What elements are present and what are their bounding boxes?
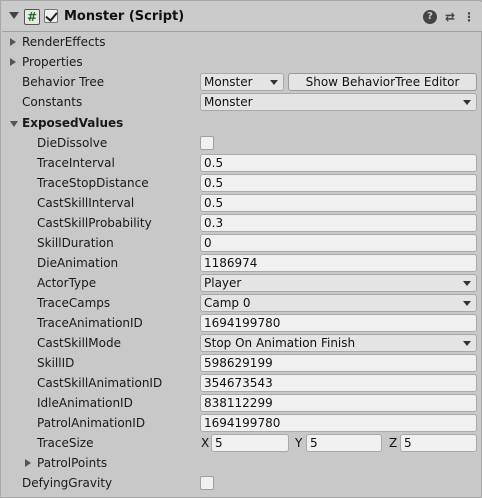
dropdown-arrow-icon (463, 281, 471, 286)
trace-camps-value: Camp 0 (204, 296, 251, 310)
script-icon: # (24, 9, 40, 25)
component-enabled-checkbox[interactable] (44, 9, 58, 23)
section-render-effects[interactable]: RenderEffects (1, 32, 482, 52)
patrol-points-label: PatrolPoints (37, 456, 108, 470)
show-behavior-tree-editor-button[interactable]: Show BehaviorTree Editor (288, 73, 477, 91)
cast-skill-animation-id-field[interactable]: 354673543 (200, 374, 477, 392)
trace-size-row: TraceSize X 5 Y 5 Z 5 (1, 433, 482, 453)
trace-size-z-label[interactable]: Z (389, 436, 397, 450)
behavior-tree-value: Monster (204, 75, 253, 89)
cast-skill-interval-field[interactable]: 0.5 (200, 194, 477, 212)
inspector-panel: # Monster (Script) ? ⇄ ⋮ RenderEffects P… (0, 0, 482, 498)
fold-arrow-icon[interactable] (9, 12, 19, 19)
trace-animation-id-field[interactable]: 1694199780 (200, 314, 477, 332)
expanded-arrow-icon[interactable] (10, 121, 18, 127)
cast-skill-mode-row: CastSkillMode Stop On Animation Finish (1, 333, 482, 353)
collapsed-arrow-icon[interactable] (10, 38, 16, 46)
section-exposed-values[interactable]: ExposedValues (1, 113, 482, 133)
die-dissolve-label: DieDissolve (37, 136, 108, 150)
actor-type-row: ActorType Player (1, 273, 482, 293)
cast-skill-mode-value: Stop On Animation Finish (204, 336, 356, 350)
behavior-tree-dropdown[interactable]: Monster (200, 73, 284, 91)
patrol-animation-id-field[interactable]: 1694199780 (200, 414, 477, 432)
actor-type-dropdown[interactable]: Player (200, 274, 477, 292)
defying-gravity-label: DefyingGravity (22, 476, 113, 490)
trace-camps-label: TraceCamps (37, 296, 111, 310)
trace-size-label: TraceSize (37, 436, 94, 450)
exposed-values-label: ExposedValues (22, 116, 124, 130)
skill-duration-field[interactable]: 0 (200, 234, 477, 252)
defying-gravity-row: DefyingGravity (1, 473, 482, 493)
trace-animation-id-row: TraceAnimationID 1694199780 (1, 313, 482, 333)
trace-size-x-field[interactable]: 5 (211, 434, 289, 452)
cast-skill-probability-label: CastSkillProbability (37, 216, 152, 230)
properties-label: Properties (22, 55, 83, 69)
cast-skill-interval-row: CastSkillInterval 0.5 (1, 193, 482, 213)
section-patrol-points[interactable]: PatrolPoints (1, 453, 482, 473)
dropdown-arrow-icon (463, 100, 471, 105)
patrol-animation-id-label: PatrolAnimationID (37, 416, 146, 430)
die-animation-row: DieAnimation 1186974 (1, 253, 482, 273)
actor-type-label: ActorType (37, 276, 97, 290)
collapsed-arrow-icon[interactable] (25, 459, 31, 467)
collapsed-arrow-icon[interactable] (10, 58, 16, 66)
context-menu-icon[interactable]: ⋮ (462, 10, 476, 24)
cast-skill-interval-label: CastSkillInterval (37, 196, 135, 210)
trace-size-y-field[interactable]: 5 (306, 434, 382, 452)
trace-interval-field[interactable]: 0.5 (200, 154, 477, 172)
dropdown-arrow-icon (463, 301, 471, 306)
preset-icon[interactable]: ⇄ (443, 10, 457, 24)
cast-skill-mode-dropdown[interactable]: Stop On Animation Finish (200, 334, 477, 352)
trace-camps-row: TraceCamps Camp 0 (1, 293, 482, 313)
cast-skill-mode-label: CastSkillMode (37, 336, 121, 350)
trace-interval-row: TraceInterval 0.5 (1, 153, 482, 173)
constants-row: Constants Monster (1, 92, 482, 112)
cast-skill-probability-field[interactable]: 0.3 (200, 214, 477, 232)
trace-size-z-field[interactable]: 5 (400, 434, 477, 452)
trace-size-y-label[interactable]: Y (295, 436, 302, 450)
constants-dropdown[interactable]: Monster (200, 93, 477, 111)
die-dissolve-row: DieDissolve (1, 133, 482, 153)
constants-value: Monster (204, 95, 253, 109)
patrol-animation-id-row: PatrolAnimationID 1694199780 (1, 413, 482, 433)
trace-stop-distance-row: TraceStopDistance 0.5 (1, 173, 482, 193)
skill-duration-row: SkillDuration 0 (1, 233, 482, 253)
component-header[interactable]: # Monster (Script) ? ⇄ ⋮ (2, 2, 482, 32)
die-dissolve-checkbox[interactable] (200, 136, 214, 150)
die-animation-field[interactable]: 1186974 (200, 254, 477, 272)
trace-size-x-label[interactable]: X (201, 436, 209, 450)
dropdown-arrow-icon (463, 341, 471, 346)
cast-skill-probability-row: CastSkillProbability 0.3 (1, 213, 482, 233)
idle-animation-id-label: IdleAnimationID (37, 396, 133, 410)
help-icon[interactable]: ? (423, 10, 437, 24)
skill-duration-label: SkillDuration (37, 236, 114, 250)
section-properties[interactable]: Properties (1, 52, 482, 72)
die-animation-label: DieAnimation (37, 256, 119, 270)
idle-animation-id-row: IdleAnimationID 838112299 (1, 393, 482, 413)
component-title: Monster (Script) (64, 9, 185, 24)
dropdown-arrow-icon (270, 80, 278, 85)
cast-skill-animation-id-row: CastSkillAnimationID 354673543 (1, 373, 482, 393)
skill-id-row: SkillID 598629199 (1, 353, 482, 373)
trace-interval-label: TraceInterval (37, 156, 115, 170)
defying-gravity-checkbox[interactable] (200, 476, 214, 490)
actor-type-value: Player (204, 276, 242, 290)
trace-animation-id-label: TraceAnimationID (37, 316, 143, 330)
behavior-tree-row: Behavior Tree Monster Show BehaviorTree … (1, 72, 482, 92)
constants-label: Constants (22, 95, 83, 109)
render-effects-label: RenderEffects (22, 35, 106, 49)
cast-skill-animation-id-label: CastSkillAnimationID (37, 376, 163, 390)
skill-id-field[interactable]: 598629199 (200, 354, 477, 372)
trace-camps-dropdown[interactable]: Camp 0 (200, 294, 477, 312)
idle-animation-id-field[interactable]: 838112299 (200, 394, 477, 412)
skill-id-label: SkillID (37, 356, 75, 370)
trace-stop-distance-field[interactable]: 0.5 (200, 174, 477, 192)
behavior-tree-label: Behavior Tree (22, 75, 105, 89)
trace-stop-distance-label: TraceStopDistance (37, 176, 149, 190)
